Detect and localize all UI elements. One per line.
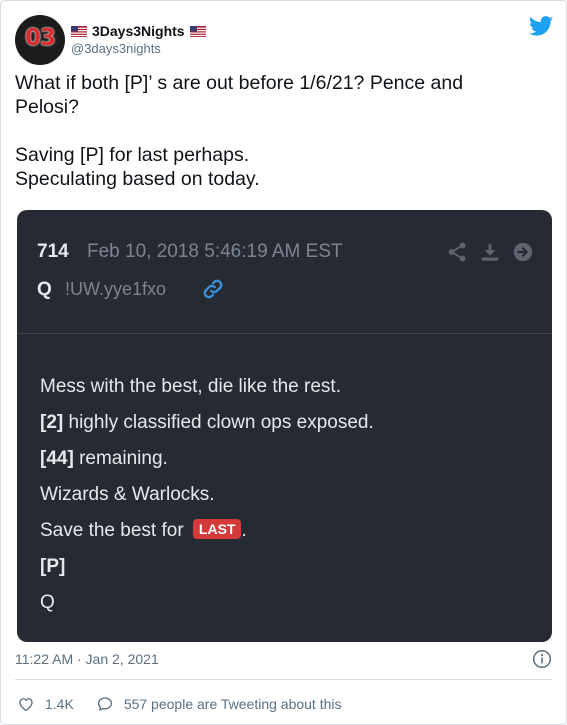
post-line: [2] highly classified clown ops exposed. bbox=[40, 411, 540, 435]
tweet-line: Saving [P] for last perhaps. bbox=[15, 144, 250, 166]
tweet-line: Speculating based on today. bbox=[15, 168, 260, 190]
post-line-tag: [2] bbox=[40, 412, 64, 433]
share-icon bbox=[448, 242, 466, 262]
speech-bubble-icon bbox=[97, 697, 112, 711]
post-line-text: . bbox=[241, 520, 247, 541]
info-icon[interactable] bbox=[532, 649, 552, 669]
post-line: [P] bbox=[40, 555, 540, 579]
post-line-tag: [P] bbox=[40, 556, 66, 577]
post-tripcode: !UW.yye1fxo bbox=[65, 279, 167, 299]
avatar[interactable]: 03 bbox=[15, 15, 65, 65]
post-line: [44] remaining. bbox=[40, 447, 540, 471]
post-line-text: Wizards & Warlocks. bbox=[40, 484, 215, 505]
conversation-link[interactable]: 557 people are Tweeting about this bbox=[96, 695, 342, 713]
post-date: Feb 10, 2018 5:46:19 AM EST bbox=[87, 241, 343, 262]
post-line: Save the best for LAST. bbox=[40, 519, 540, 543]
post-line-text: remaining. bbox=[73, 448, 168, 469]
heart-icon bbox=[19, 698, 33, 712]
post-number: 714 bbox=[37, 241, 69, 262]
conversation-text: 557 people are Tweeting about this bbox=[123, 696, 342, 712]
post-line: Mess with the best, die like the rest. bbox=[40, 375, 540, 399]
post-line-text: Mess with the best, die like the rest. bbox=[40, 376, 341, 397]
tweet-line: What if both [P]’ s are out before 1/6/2… bbox=[15, 72, 464, 94]
post-line-text: highly classified clown ops exposed. bbox=[63, 412, 374, 433]
post-action-icons bbox=[446, 241, 534, 263]
last-badge: LAST bbox=[192, 519, 242, 539]
tweet-embed: 03 3Days3Nights @3days3nights What if bo… bbox=[0, 0, 567, 725]
post-line: Wizards & Warlocks. bbox=[40, 483, 540, 507]
us-flag-icon bbox=[189, 25, 206, 37]
like-count: 1.4K bbox=[45, 696, 74, 712]
post-line-text: Save the best for bbox=[40, 520, 189, 541]
tweet-timestamp[interactable]: 11:22 AM · Jan 2, 2021 bbox=[15, 651, 159, 667]
divider bbox=[15, 679, 552, 680]
post-line: Q bbox=[40, 591, 540, 615]
post-signature: Q bbox=[40, 592, 55, 613]
us-flag-icon bbox=[71, 25, 87, 37]
twitter-bird-icon[interactable] bbox=[529, 15, 553, 37]
tweet-actions: 1.4K 557 people are Tweeting about this bbox=[17, 693, 342, 715]
tweet-line: Pelosi? bbox=[15, 96, 79, 118]
author-handle[interactable]: @3days3nights bbox=[71, 41, 161, 56]
post-author: Q bbox=[37, 279, 52, 300]
display-name: 3Days3Nights bbox=[92, 23, 185, 39]
tweet-header: 03 3Days3Nights @3days3nights bbox=[15, 11, 555, 65]
post-line-tag: [44] bbox=[40, 448, 74, 469]
author-name-line[interactable]: 3Days3Nights bbox=[71, 21, 206, 41]
avatar-text: 03 bbox=[24, 25, 56, 51]
download-icon bbox=[481, 243, 499, 261]
arrow-right-circle-icon bbox=[513, 242, 533, 262]
embedded-post-image[interactable]: 714 Feb 10, 2018 5:46:19 AM EST Q !UW.yy… bbox=[17, 210, 552, 642]
post-body: Mess with the best, die like the rest. [… bbox=[40, 375, 540, 627]
post-header: 714 Feb 10, 2018 5:46:19 AM EST Q !UW.yy… bbox=[17, 210, 552, 334]
link-icon bbox=[203, 279, 223, 299]
tweet-text: What if both [P]’ s are out before 1/6/2… bbox=[15, 71, 545, 191]
like-button[interactable]: 1.4K bbox=[17, 695, 74, 713]
